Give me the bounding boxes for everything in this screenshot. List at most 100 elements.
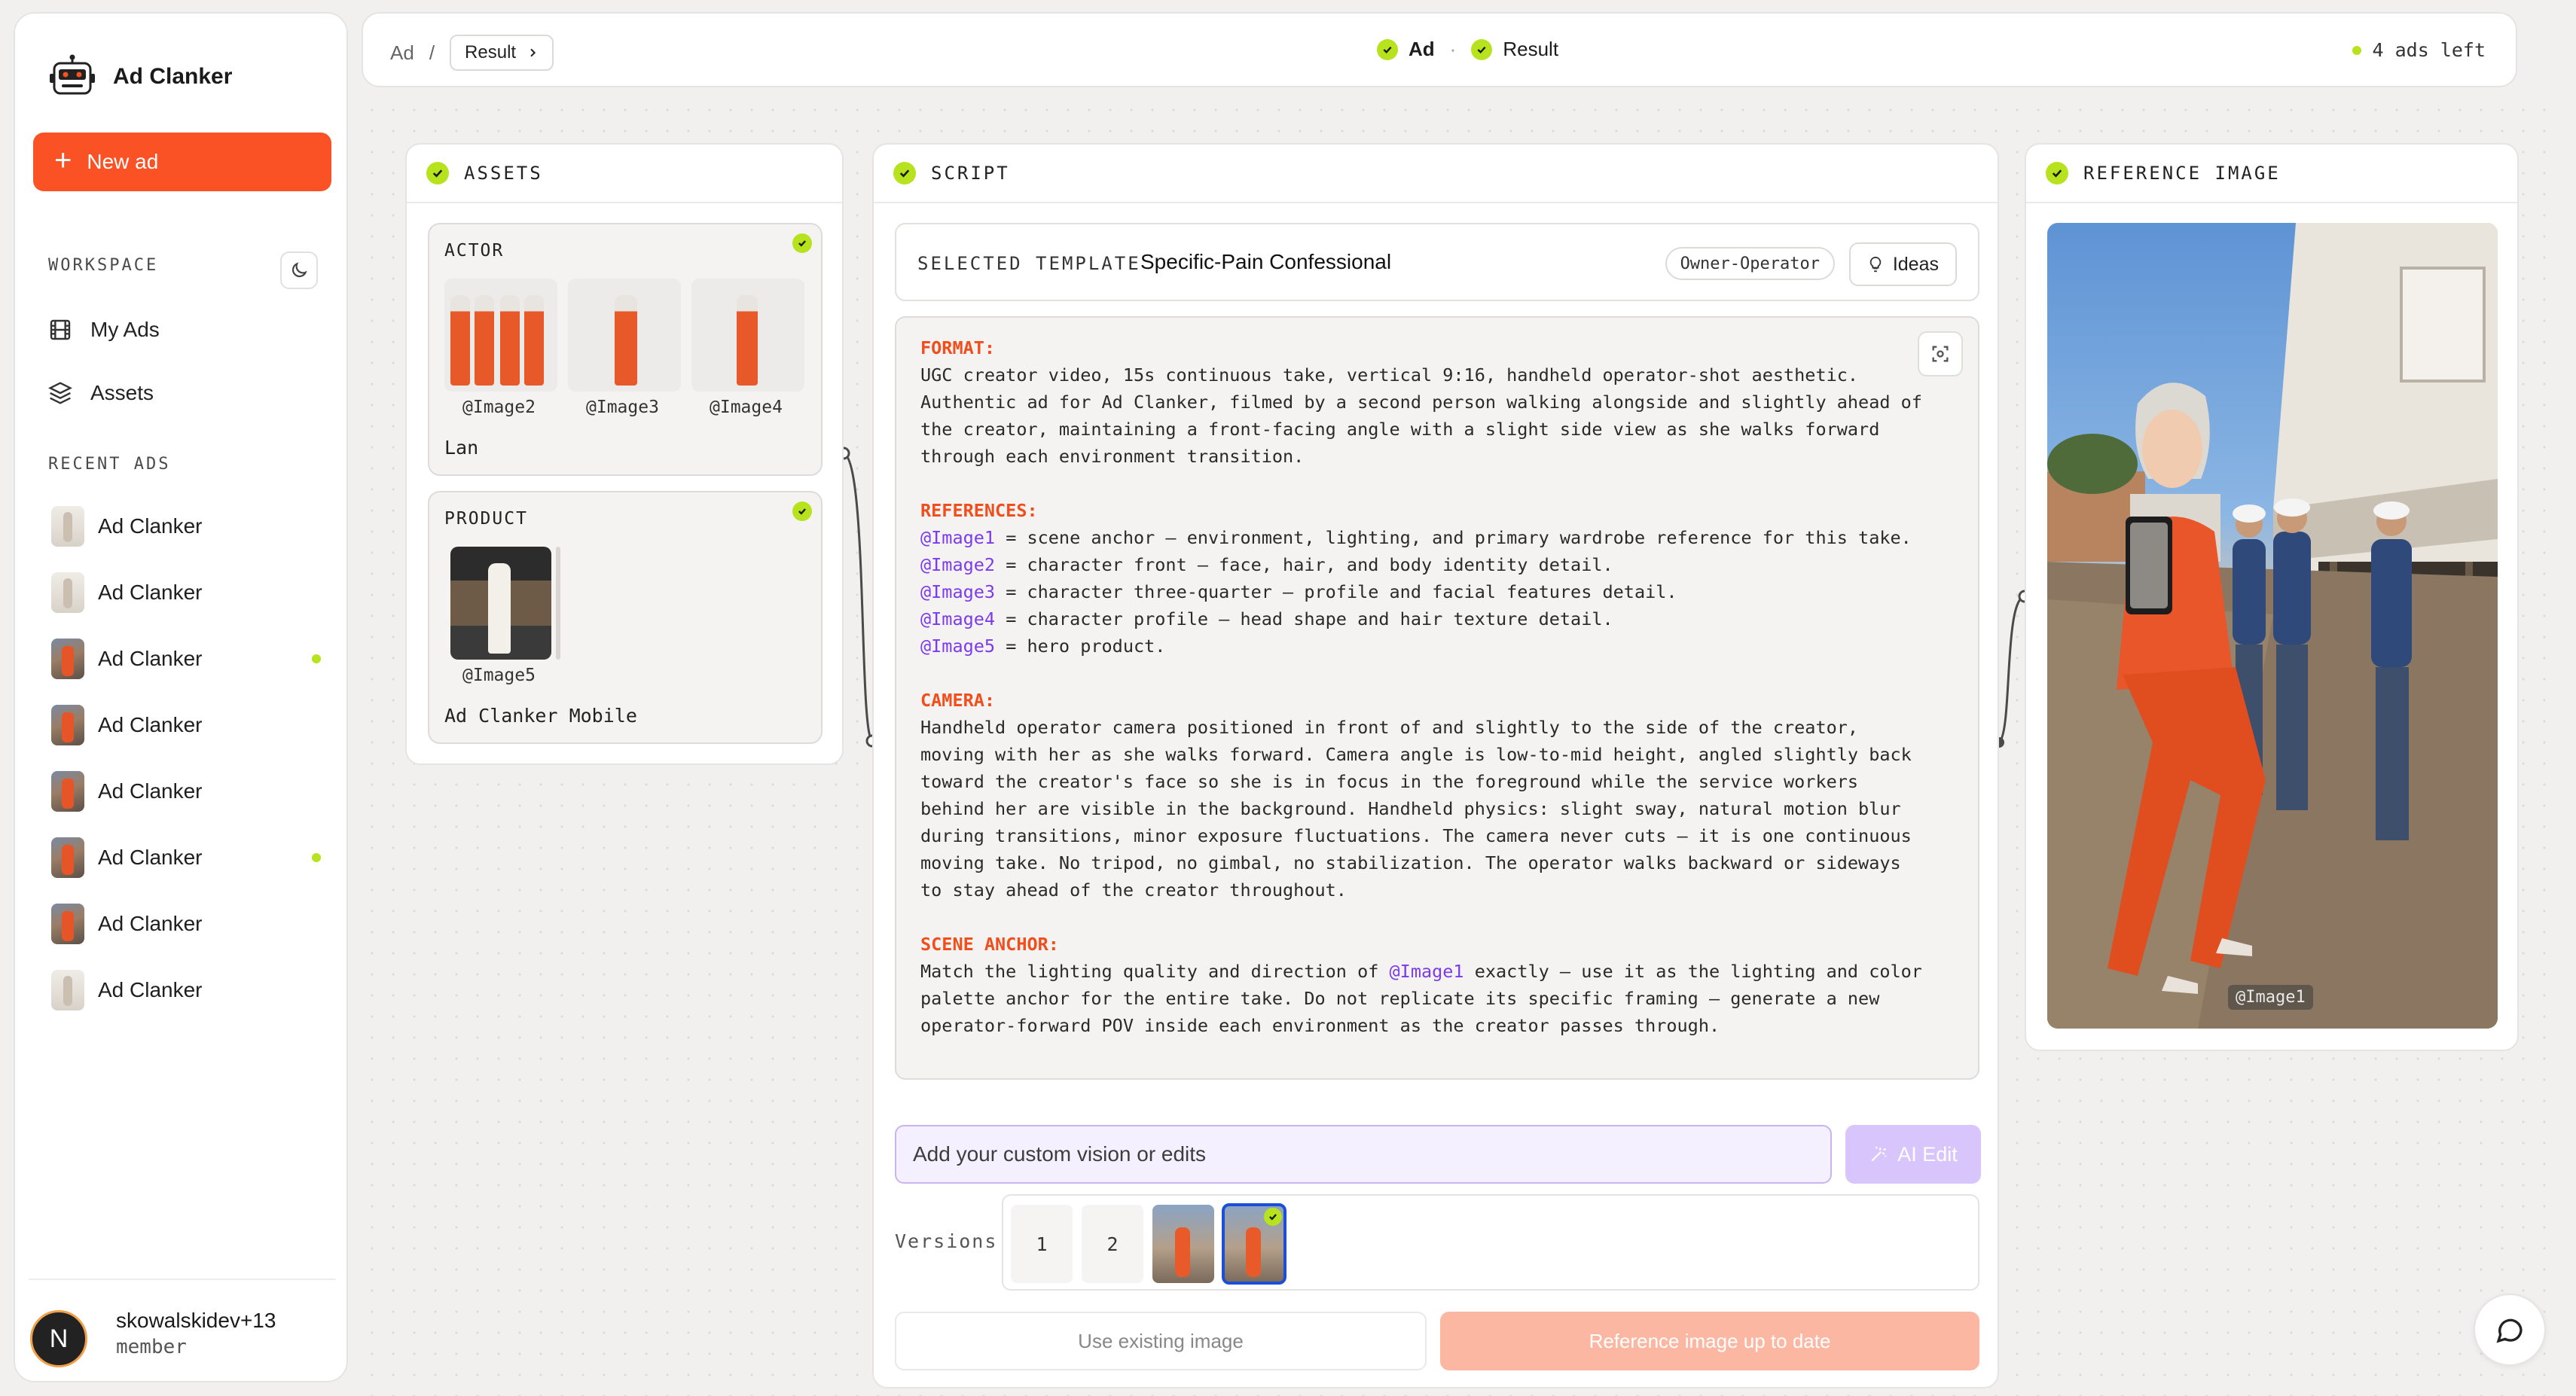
user-role: member <box>116 1336 187 1358</box>
ai-edit-label: AI Edit <box>1897 1142 1958 1166</box>
template-name: Specific-Pain Confessional <box>1140 250 1392 273</box>
theme-toggle-button[interactable] <box>280 251 318 289</box>
reference-tag[interactable]: @Image5 <box>920 636 995 657</box>
template-tag: Owner-Operator <box>1665 247 1835 280</box>
recent-ad-item[interactable]: Ad Clanker <box>51 970 203 1010</box>
moon-icon <box>291 262 307 278</box>
version-1[interactable]: 1 <box>1011 1205 1073 1283</box>
recent-ad-item[interactable]: Ad Clanker <box>51 705 203 745</box>
custom-vision-input[interactable] <box>895 1125 1832 1184</box>
ai-edit-button[interactable]: AI Edit <box>1845 1125 1981 1184</box>
sidebar-item-label: Assets <box>90 381 154 404</box>
sidebar-item-label: My Ads <box>90 318 160 341</box>
reference-tag[interactable]: @Image1 <box>1390 961 1464 982</box>
lightbulb-icon <box>1869 256 1882 273</box>
reference-photo-illustration <box>2047 223 2498 1029</box>
version-thumbnail[interactable] <box>1152 1205 1214 1283</box>
plus-icon: + <box>54 144 72 177</box>
reference-tag[interactable]: @Image1 <box>920 527 995 548</box>
check-icon <box>1471 38 1493 60</box>
reference-tag[interactable]: @Image4 <box>920 608 995 629</box>
layers-icon <box>48 382 72 404</box>
film-icon <box>50 319 71 340</box>
reference-card-header: REFERENCE IMAGE <box>2026 145 2517 203</box>
recent-ad-label: Ad Clanker <box>98 514 203 538</box>
reference-tag[interactable]: @Image2 <box>920 554 995 575</box>
recent-ad-item[interactable]: Ad Clanker <box>51 572 203 613</box>
chat-button[interactable] <box>2474 1294 2546 1366</box>
reference-up-to-date-button[interactable]: Reference image up to date <box>1440 1312 1979 1370</box>
scene-anchor-text: Match the lighting quality and direction… <box>920 961 1390 982</box>
step-separator: · <box>1449 38 1457 60</box>
avatar[interactable]: N <box>30 1310 87 1367</box>
reference-image[interactable]: @Image1 <box>2047 223 2498 1029</box>
ideas-button[interactable]: Ideas <box>1848 242 1957 286</box>
reference-text: = character three-quarter — profile and … <box>995 581 1677 602</box>
check-icon <box>893 162 916 184</box>
image-label: @Image5 <box>462 666 536 685</box>
recent-ad-thumbnail <box>51 705 84 745</box>
product-image-5[interactable] <box>450 547 551 660</box>
product-asset[interactable]: PRODUCT @Image5 Ad Clanker Mobile <box>428 491 823 744</box>
recent-ad-item[interactable]: Ad Clanker <box>51 506 203 547</box>
breadcrumb-separator: / <box>429 41 435 64</box>
recent-ad-label: Ad Clanker <box>98 978 203 1001</box>
check-icon <box>426 162 449 184</box>
recent-ad-item[interactable]: Ad Clanker <box>51 771 203 812</box>
selected-template: SELECTED TEMPLATE Specific-Pain Confessi… <box>895 223 1979 301</box>
breadcrumb-result[interactable]: Result <box>450 35 554 71</box>
recent-ad-label: Ad Clanker <box>98 779 203 803</box>
step-ad[interactable]: Ad <box>1409 38 1435 61</box>
product-name: Ad Clanker Mobile <box>444 705 637 727</box>
sidebar-item-assets[interactable]: Assets <box>48 381 154 405</box>
camera-text: Handheld operator camera positioned in f… <box>920 717 1912 901</box>
actor-asset[interactable]: ACTOR @Image2 @Image3 @Image4 Lan <box>428 223 823 476</box>
product-title: PRODUCT <box>444 509 528 529</box>
version-2[interactable]: 2 <box>1082 1205 1143 1283</box>
magic-wand-icon <box>1871 1146 1887 1162</box>
robot-logo-icon <box>50 54 95 95</box>
recent-ad-item[interactable]: Ad Clanker <box>51 639 203 679</box>
check-icon <box>1377 38 1398 60</box>
versions-label: Versions <box>895 1230 998 1252</box>
check-icon <box>792 501 812 521</box>
recent-ad-item[interactable]: Ad Clanker <box>51 837 203 878</box>
workspace-heading: WORKSPACE <box>48 256 159 275</box>
status-dot <box>312 654 321 663</box>
script-card: SCRIPT SELECTED TEMPLATE Specific-Pain C… <box>872 143 1999 1388</box>
actor-image-3[interactable] <box>568 279 681 392</box>
script-editor[interactable]: FORMAT: UGC creator video, 15s continuou… <box>895 316 1979 1080</box>
recent-ad-thumbnail <box>51 506 84 547</box>
reference-title: REFERENCE IMAGE <box>2083 163 2281 184</box>
top-bar: Ad / Result Ad · Result 4 ads left <box>362 12 2517 87</box>
recent-ad-thumbnail <box>51 639 84 679</box>
brand[interactable]: Ad Clanker <box>48 53 232 101</box>
assets-card: ASSETS ACTOR @Image2 @Image3 @Image4 Lan… <box>405 143 844 765</box>
sidebar: Ad Clanker + New ad WORKSPACE My Ads Ass… <box>14 12 348 1382</box>
use-existing-image-button[interactable]: Use existing image <box>895 1312 1427 1370</box>
reference-text: = hero product. <box>995 636 1166 657</box>
reference-tag[interactable]: @Image3 <box>920 581 995 602</box>
ads-left-text: 4 ads left <box>2372 39 2486 61</box>
recent-ad-item[interactable]: Ad Clanker <box>51 904 203 944</box>
workflow-canvas: ASSETS ACTOR @Image2 @Image3 @Image4 Lan… <box>362 99 2561 1396</box>
actor-image-4[interactable] <box>691 279 804 392</box>
camera-heading: CAMERA: <box>920 690 996 711</box>
new-ad-button[interactable]: + New ad <box>33 133 331 191</box>
recent-ad-thumbnail <box>51 970 84 1010</box>
sidebar-item-my-ads[interactable]: My Ads <box>48 318 160 342</box>
status-dot <box>312 853 321 862</box>
step-result[interactable]: Result <box>1503 38 1558 61</box>
breadcrumb-ad[interactable]: Ad <box>390 41 414 65</box>
scene-anchor-heading: SCENE ANCHOR: <box>920 934 1059 955</box>
ideas-label: Ideas <box>1892 253 1939 275</box>
template-label: SELECTED TEMPLATE <box>917 253 1141 274</box>
check-icon <box>792 233 812 253</box>
recent-ad-label: Ad Clanker <box>98 846 203 869</box>
app-name: Ad Clanker <box>113 64 233 89</box>
actor-image-2[interactable] <box>444 279 557 392</box>
recent-ad-thumbnail <box>51 771 84 812</box>
version-thumbnail-selected[interactable] <box>1222 1203 1286 1285</box>
user-divider <box>29 1279 336 1280</box>
format-heading: FORMAT: <box>920 337 996 358</box>
